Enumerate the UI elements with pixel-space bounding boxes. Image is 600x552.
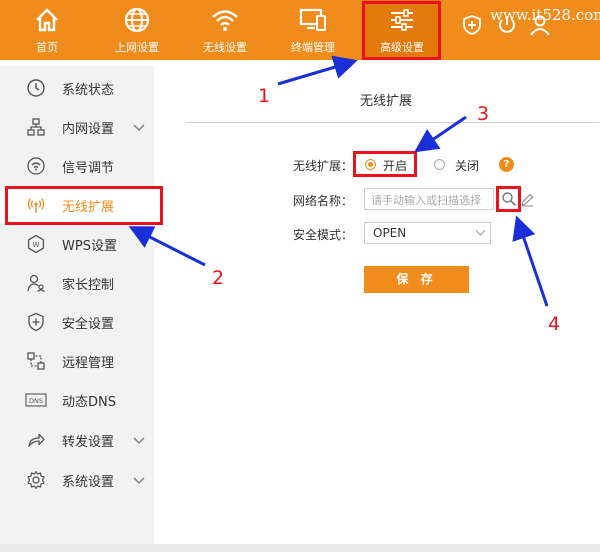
annotation-box-wireless-extend-menu	[5, 186, 163, 225]
tab-device-management[interactable]: 终端管理	[276, 0, 350, 60]
sidebar-item-label: 信号调节	[62, 160, 115, 176]
wireless-extend-off-label[interactable]: 关闭	[455, 157, 479, 174]
globe-icon	[122, 5, 152, 35]
chevron-down-icon[interactable]	[133, 434, 145, 446]
parent-icon	[25, 272, 47, 294]
svg-text:DNS: DNS	[29, 397, 43, 405]
annotation-number-2: 2	[212, 267, 225, 289]
chevron-down-icon[interactable]	[133, 121, 145, 133]
top-nav-bar: 首页 上网设置 无线设置 终端管理 高级设置 www.it528.com	[0, 0, 600, 60]
home-icon	[32, 5, 62, 35]
network-name-input[interactable]	[365, 190, 493, 211]
sidebar-item-signal-tuning[interactable]: 信号调节	[0, 148, 154, 184]
network-name-field[interactable]	[364, 188, 494, 211]
sidebar-item-lan-settings[interactable]: 内网设置	[0, 109, 154, 145]
forward-icon	[25, 429, 47, 451]
svg-text:W: W	[33, 241, 40, 249]
tab-internet-settings-label: 上网设置	[115, 41, 159, 54]
sidebar-item-dynamic-dns[interactable]: DNS 动态DNS	[0, 382, 154, 418]
sidebar-item-remote-management[interactable]: 远程管理	[0, 343, 154, 379]
security-mode-select[interactable]: OPEN	[364, 222, 491, 244]
sidebar-item-wps-settings[interactable]: W WPS设置	[0, 226, 154, 262]
annotation-arrow-4	[512, 215, 549, 307]
sidebar-item-label: 动态DNS	[62, 394, 116, 410]
devices-icon	[298, 5, 328, 35]
help-icon[interactable]: ?	[499, 157, 514, 172]
wps-icon: W	[25, 233, 47, 255]
sidebar: 系统状态 内网设置 信号调节 无线扩展 W WPS设置 家长控制 安全设置 远程…	[0, 66, 154, 552]
annotation-number-4: 4	[548, 313, 561, 335]
network-icon	[25, 116, 47, 138]
annotation-arrow-1	[277, 55, 358, 86]
sidebar-item-label: 系统状态	[62, 82, 115, 98]
sidebar-item-label: 内网设置	[62, 121, 115, 137]
tab-home-label: 首页	[36, 41, 58, 54]
sidebar-item-label: 远程管理	[62, 355, 115, 371]
annotation-box-scan-icon	[496, 186, 521, 212]
wireless-extend-label: 无线扩展：	[293, 159, 354, 173]
chevron-down-icon[interactable]	[133, 474, 145, 486]
dns-icon: DNS	[25, 389, 47, 411]
edit-icon[interactable]	[520, 192, 534, 207]
save-button[interactable]: 保 存	[364, 266, 469, 293]
annotation-box-enable-option	[353, 151, 417, 177]
tab-wireless-settings[interactable]: 无线设置	[188, 0, 262, 60]
annotation-number-1: 1	[258, 85, 271, 107]
tab-device-management-label: 终端管理	[291, 41, 335, 54]
sidebar-item-label: WPS设置	[62, 238, 117, 254]
sidebar-item-parental-control[interactable]: 家长控制	[0, 265, 154, 301]
security-mode-value: OPEN	[373, 226, 407, 240]
annotation-box-advanced-tab	[362, 1, 441, 60]
sidebar-item-label: 家长控制	[62, 277, 115, 293]
wifi-icon	[210, 5, 240, 35]
tab-internet-settings[interactable]: 上网设置	[100, 0, 174, 60]
signal-icon	[25, 155, 47, 177]
annotation-number-3: 3	[477, 103, 490, 125]
wireless-extend-off-radio[interactable]	[434, 159, 445, 170]
clock-icon	[25, 77, 47, 99]
sidebar-item-system-status[interactable]: 系统状态	[0, 70, 154, 106]
security-mode-label: 安全模式：	[293, 228, 354, 242]
gear-icon	[25, 469, 47, 491]
sidebar-item-security-settings[interactable]: 安全设置	[0, 304, 154, 340]
tab-home[interactable]: 首页	[14, 0, 80, 60]
bottom-strip	[0, 544, 600, 552]
shield-icon	[25, 311, 47, 333]
remote-icon	[25, 350, 47, 372]
page-title: 无线扩展	[360, 94, 413, 109]
sidebar-item-forwarding-settings[interactable]: 转发设置	[0, 422, 154, 458]
network-name-label: 网络名称：	[293, 194, 354, 208]
plus-shield-icon[interactable]	[460, 13, 484, 37]
sidebar-item-label: 转发设置	[62, 434, 115, 450]
sidebar-item-system-settings[interactable]: 系统设置	[0, 462, 154, 498]
title-divider	[186, 122, 599, 123]
chevron-down-icon	[475, 225, 486, 236]
watermark: www.it528.com	[490, 6, 600, 24]
sidebar-item-label: 安全设置	[62, 316, 115, 332]
tab-wireless-settings-label: 无线设置	[203, 41, 247, 54]
sidebar-item-label: 系统设置	[62, 474, 115, 490]
